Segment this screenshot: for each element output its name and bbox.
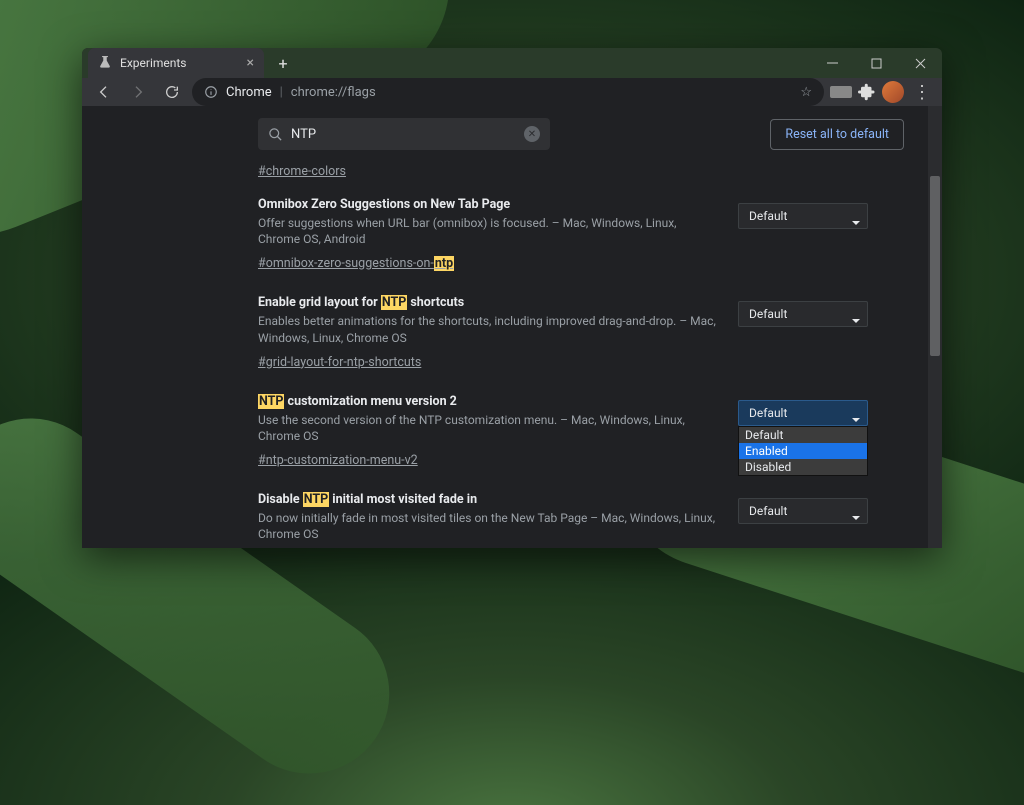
flag-row: Omnibox Zero Suggestions on New Tab Page…: [258, 179, 868, 277]
dropdown-option[interactable]: Disabled: [739, 459, 867, 475]
tab-strip: Experiments × +: [82, 48, 942, 78]
flag-description: Do now initially fade in most visited ti…: [258, 510, 718, 542]
flags-search[interactable]: ✕: [258, 118, 550, 150]
vertical-scrollbar[interactable]: [928, 106, 942, 548]
flag-select[interactable]: Default: [738, 203, 868, 229]
flag-anchor[interactable]: #omnibox-zero-suggestions-on-ntp: [258, 256, 454, 271]
tab-experiments[interactable]: Experiments ×: [88, 48, 264, 78]
flag-description: Enables better animations for the shortc…: [258, 313, 718, 345]
flag-title: Enable grid layout for NTP shortcuts: [258, 295, 718, 310]
dropdown-option[interactable]: Enabled: [739, 443, 867, 459]
dropdown-option[interactable]: Default: [739, 427, 867, 443]
profile-avatar[interactable]: [882, 81, 904, 103]
extensions-icon[interactable]: [858, 83, 876, 101]
flag-anchor[interactable]: #ntp-customization-menu-v2: [258, 453, 418, 468]
flag-description: Offer suggestions when URL bar (omnibox)…: [258, 215, 718, 247]
toolbar: Chrome | chrome://flags ☆ ⋮: [82, 78, 942, 106]
flag-row: Enable grid layout for NTP shortcuts Enab…: [258, 277, 868, 375]
search-icon: [268, 127, 283, 142]
flask-icon: [98, 56, 112, 70]
reload-button[interactable]: [158, 78, 186, 106]
tab-title: Experiments: [120, 56, 239, 70]
minimize-button[interactable]: [810, 48, 854, 78]
flag-title: Disable NTP initial most visited fade in: [258, 492, 718, 507]
chrome-menu-button[interactable]: ⋮: [910, 82, 934, 103]
reset-all-button[interactable]: Reset all to default: [770, 119, 904, 150]
flag-select[interactable]: Default: [738, 498, 868, 524]
clear-search-icon[interactable]: ✕: [524, 126, 540, 142]
maximize-button[interactable]: [854, 48, 898, 78]
flag-select[interactable]: Default: [738, 400, 868, 426]
chip-icon[interactable]: [830, 86, 852, 98]
window-controls: [810, 48, 942, 78]
forward-button[interactable]: [124, 78, 152, 106]
new-tab-button[interactable]: +: [270, 50, 296, 76]
flag-dropdown[interactable]: DefaultEnabledDisabled: [738, 426, 868, 476]
bookmark-star-icon[interactable]: ☆: [800, 85, 812, 100]
url-prefix: Chrome: [226, 85, 272, 100]
search-input[interactable]: [291, 127, 516, 142]
back-button[interactable]: [90, 78, 118, 106]
flag-row: NTP customization menu version 2 Use the …: [258, 376, 868, 474]
flag-link[interactable]: #chrome-colors: [258, 164, 346, 179]
browser-window: Experiments × + Chrome | chrome://flags …: [82, 48, 942, 548]
site-info-icon: [204, 85, 218, 99]
page-content: ✕ Reset all to default #chrome-colors Om…: [82, 106, 942, 548]
scrollbar-thumb[interactable]: [930, 176, 940, 356]
flag-select[interactable]: Default: [738, 301, 868, 327]
address-bar[interactable]: Chrome | chrome://flags ☆: [192, 78, 824, 106]
flag-anchor[interactable]: #grid-layout-for-ntp-shortcuts: [258, 355, 421, 370]
flag-title: Omnibox Zero Suggestions on New Tab Page: [258, 197, 718, 212]
flag-row: Disable NTP initial most visited fade in…: [258, 474, 868, 548]
flag-description: Use the second version of the NTP custom…: [258, 412, 718, 444]
close-tab-icon[interactable]: ×: [247, 56, 254, 70]
url-path: chrome://flags: [291, 85, 376, 100]
flag-title: NTP customization menu version 2: [258, 394, 718, 409]
close-window-button[interactable]: [898, 48, 942, 78]
